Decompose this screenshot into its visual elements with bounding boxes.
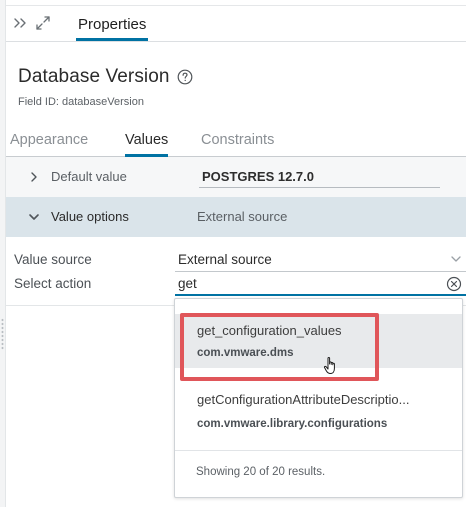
default-value-field[interactable]: POSTGRES 12.7.0	[202, 169, 314, 184]
action-module: com.vmware.dms	[197, 347, 294, 359]
hand-cursor-icon	[322, 355, 342, 377]
header-divider	[6, 41, 466, 42]
tab-constraints[interactable]: Constraints	[201, 130, 274, 157]
select-action-input[interactable]	[175, 273, 466, 296]
list-item[interactable]: getConfigurationAttributeDescriptio... c…	[175, 372, 462, 430]
clear-icon[interactable]	[446, 276, 462, 292]
list-item[interactable]: get_configuration_values com.vmware.dms	[175, 314, 462, 368]
properties-panel: Properties Database Version Field ID: da…	[6, 0, 466, 507]
help-icon[interactable]	[177, 69, 193, 85]
value-options-label: Value options	[51, 209, 129, 224]
action-name: get_configuration_values	[197, 323, 342, 338]
field-id: Field ID: databaseVersion	[18, 96, 144, 108]
dropdown-caret-icon[interactable]	[450, 254, 462, 264]
title-row: Database Version	[18, 66, 193, 88]
tab-properties[interactable]: Properties	[76, 10, 149, 41]
expand-icon[interactable]	[34, 14, 52, 32]
select-action-label: Select action	[14, 276, 92, 291]
value-source-label: Value source	[14, 252, 92, 267]
default-value-section[interactable]: Default value POSTGRES 12.7.0	[6, 157, 466, 197]
results-count: Showing 20 of 20 results.	[196, 466, 326, 478]
value-source-underline	[175, 271, 466, 272]
action-module: com.vmware.library.configurations	[197, 418, 388, 430]
value-source-select[interactable]: External source	[178, 252, 272, 267]
value-options-value: External source	[197, 209, 288, 224]
default-value-label: Default value	[51, 169, 127, 184]
chevron-down-icon[interactable]	[28, 211, 40, 223]
action-name: getConfigurationAttributeDescriptio...	[197, 392, 410, 407]
resize-grip[interactable]	[1, 318, 4, 350]
default-value-underline	[199, 187, 440, 188]
dropdown-divider	[175, 450, 462, 451]
tab-appearance[interactable]: Appearance	[10, 130, 88, 157]
collapse-panel-icon[interactable]	[12, 14, 30, 32]
value-options-section[interactable]: Value options External source	[6, 197, 466, 237]
action-dropdown: get_configuration_values com.vmware.dms …	[174, 298, 463, 498]
top-divider	[6, 5, 466, 6]
chevron-right-icon[interactable]	[28, 171, 40, 183]
tab-values[interactable]: Values	[125, 130, 169, 157]
section-tabs: Appearance Values Constraints	[6, 130, 466, 157]
page-title: Database Version	[18, 66, 170, 87]
